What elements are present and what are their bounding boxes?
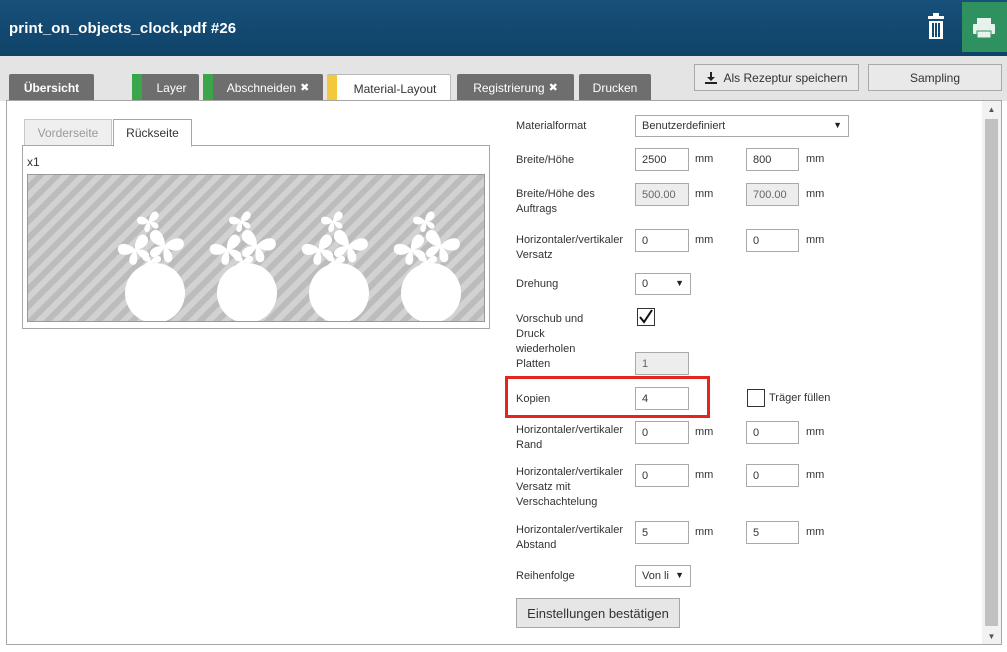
unit-label: mm [806,526,825,538]
spacing-h-input[interactable]: 5 [635,521,689,544]
job-width-field: 500.00 [635,183,689,206]
download-icon [705,71,718,84]
repeat-checkbox[interactable] [637,308,655,326]
vertical-scrollbar[interactable]: ▲ ▼ [982,101,1001,644]
chevron-down-icon: ▼ [675,570,684,580]
unit-label: mm [695,234,714,246]
unit-label: mm [695,426,714,438]
unit-label: mm [806,188,825,200]
tab-drucken[interactable]: Drucken [579,74,651,101]
order-label: Reihenfolge [516,570,575,582]
margin-v-input[interactable]: 0 [746,421,799,444]
tab-layer[interactable]: Layer [132,74,199,101]
rotation-label: Drehung [516,278,559,290]
tab-front-side[interactable]: Vorderseite [24,119,112,146]
unit-label: mm [806,153,825,165]
trash-icon [928,13,944,39]
chevron-down-icon: ▼ [675,278,684,288]
printer-icon [973,18,995,39]
tab-label: Übersicht [23,80,80,95]
save-recipe-button[interactable]: Als Rezeptur speichern [694,64,859,91]
material-format-value: Benutzerdefiniert [642,120,726,132]
status-marker [327,75,337,102]
unit-label: mm [806,469,825,481]
offset-label: Horizontaler/vertikaler Versatz [516,234,623,261]
material-format-label: Materialformat [516,120,587,132]
scrollbar-thumb[interactable] [985,119,998,626]
tab-material-layout[interactable]: Material-Layout [327,74,451,102]
chevron-down-icon: ▼ [833,120,842,130]
tab-label: Layer [156,80,187,95]
checkmark-icon [639,309,653,324]
unit-label: mm [695,469,714,481]
rotation-value: 0 [642,278,649,290]
offset-v-input[interactable]: 0 [746,229,799,252]
job-height-field: 700.00 [746,183,799,206]
tab-label: Registrierung [473,80,545,95]
subtab-label: Vorderseite [37,126,99,140]
nesting-offset-v-input[interactable]: 0 [746,464,799,487]
status-marker [132,74,142,101]
margin-h-input[interactable]: 0 [635,421,689,444]
window-title: print_on_objects_clock.pdf #26 [9,20,237,37]
canvas-drawing [28,175,484,321]
offset-h-input[interactable]: 0 [635,229,689,252]
close-icon[interactable]: ✖ [549,81,558,94]
unit-label: mm [806,426,825,438]
sampling-label: Sampling [909,70,961,85]
tab-back-side[interactable]: Rückseite [113,119,192,147]
unit-label: mm [695,526,714,538]
material-canvas[interactable] [27,174,485,322]
width-input[interactable]: 2500 [635,148,689,171]
title-bar: print_on_objects_clock.pdf #26 [0,0,1007,56]
confirm-settings-button[interactable]: Einstellungen bestätigen [516,598,680,628]
margin-label: Horizontaler/vertikaler Rand [516,424,623,451]
unit-label: mm [695,188,714,200]
confirm-settings-label: Einstellungen bestätigen [527,605,669,621]
nesting-offset-label: Horizontaler/vertikaler Versatz mit Vers… [516,466,623,508]
tab-label: Drucken [592,80,638,95]
order-value: Von li [642,570,669,582]
tab-label: Material-Layout [353,81,437,96]
order-select[interactable]: Von li ▼ [635,565,691,587]
tab-label: Abschneiden [226,80,297,95]
tab-abschneiden[interactable]: Abschneiden ✖ [203,74,323,101]
plates-field: 1 [635,352,689,375]
repeat-label: Vorschub und Druck wiederholen [516,313,584,355]
width-height-label: Breite/Höhe [516,154,575,166]
print-button[interactable] [962,2,1007,52]
height-input[interactable]: 800 [746,148,799,171]
copies-highlight [505,376,710,418]
rotation-select[interactable]: 0 ▼ [635,273,691,295]
scroll-up-icon[interactable]: ▲ [982,101,1001,117]
status-marker [203,74,213,101]
spacing-v-input[interactable]: 5 [746,521,799,544]
spacing-label: Horizontaler/vertikaler Abstand [516,524,623,551]
fill-carrier-label: Träger füllen [769,392,831,404]
fill-carrier-checkbox[interactable] [747,389,765,407]
close-icon[interactable]: ✖ [300,81,309,94]
subtab-label: Rückseite [126,126,179,140]
scroll-down-icon[interactable]: ▼ [982,628,1001,644]
delete-button[interactable] [918,10,954,44]
nesting-offset-h-input[interactable]: 0 [635,464,689,487]
material-format-select[interactable]: Benutzerdefiniert ▼ [635,115,849,137]
copies-indicator: x1 [27,155,40,169]
tab-overview[interactable]: Übersicht [9,74,94,101]
unit-label: mm [695,153,714,165]
tab-registrierung[interactable]: Registrierung ✖ [457,74,574,101]
sampling-button[interactable]: Sampling [868,64,1002,91]
unit-label: mm [806,234,825,246]
save-recipe-label: Als Rezeptur speichern [723,70,848,85]
job-size-label: Breite/Höhe des Auftrags [516,188,595,215]
plates-label: Platten [516,358,551,370]
